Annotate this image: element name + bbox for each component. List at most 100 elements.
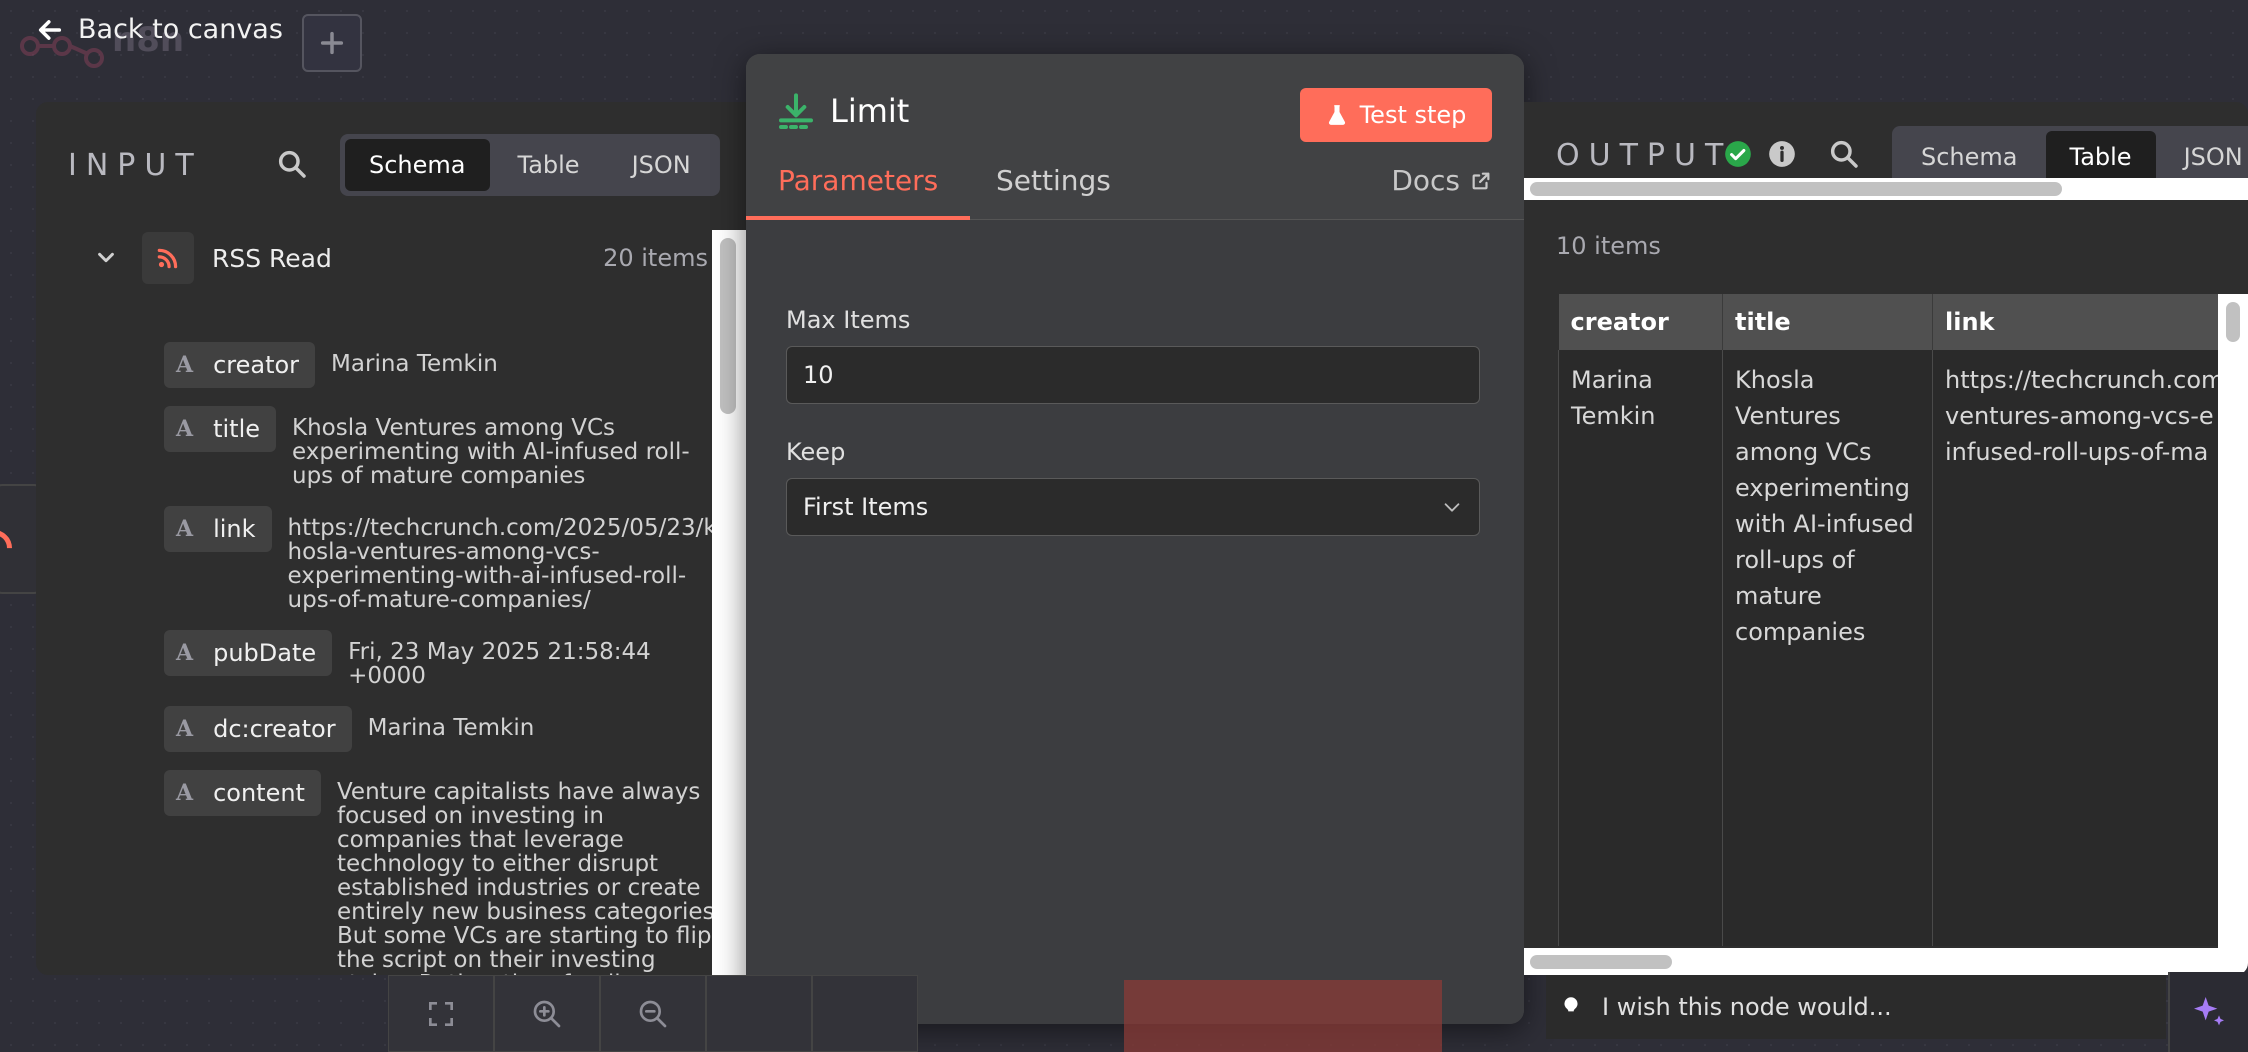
test-step-label: Test step <box>1359 101 1467 129</box>
string-type-icon: A <box>176 716 194 742</box>
check-circle-icon <box>1725 141 1751 167</box>
output-table: creator title link Marina Temkin Khosla … <box>1558 294 2238 946</box>
back-to-canvas-link[interactable]: Back to canvas <box>36 14 283 45</box>
output-label: OUTPUT <box>1556 138 1733 173</box>
field-value: https://techcrunch.com/2025/05/23/khosla… <box>287 515 717 613</box>
table-cell: Khosla Ventures among VCs experimenting … <box>1722 350 1933 946</box>
parameters-body: Max Items Keep First Items <box>746 220 1524 1024</box>
node-title[interactable]: Limit <box>830 92 909 130</box>
string-type-icon: A <box>176 780 194 806</box>
chevron-down-icon[interactable] <box>95 247 117 269</box>
max-items-input[interactable] <box>786 346 1480 404</box>
schema-field: Atitle Khosla Ventures among VCs experim… <box>164 406 724 488</box>
field-value: Marina Temkin <box>367 715 535 741</box>
field-pill[interactable]: Adc:creator <box>164 706 352 752</box>
ai-assistant-button[interactable] <box>2168 972 2248 1052</box>
docs-link[interactable]: Docs <box>1391 164 1492 197</box>
execute-workflow-button-backdrop <box>1124 980 1442 1052</box>
test-step-button[interactable]: Test step <box>1300 88 1492 142</box>
max-items-label: Max Items <box>786 306 911 334</box>
modal-tabs: Parameters Settings Docs <box>746 164 1524 220</box>
sparkle-icon <box>2194 997 2224 1026</box>
field-value: Venture capitalists have always focused … <box>336 779 722 975</box>
info-icon <box>1769 141 1795 167</box>
schema-field: Acontent Venture capitalists have always… <box>164 770 724 975</box>
canvas-tool-button[interactable] <box>812 975 918 1052</box>
chevron-down-icon <box>1444 503 1460 512</box>
keep-select[interactable]: First Items <box>786 478 1480 536</box>
string-type-icon: A <box>176 516 194 542</box>
tab-settings[interactable]: Settings <box>964 164 1143 220</box>
output-info[interactable] <box>1768 140 1796 172</box>
string-type-icon: A <box>176 352 194 378</box>
schema-field: ApubDate Fri, 23 May 2025 21:58:44 +0000 <box>164 630 724 688</box>
field-pill[interactable]: Alink <box>164 506 272 552</box>
fit-view-icon <box>429 1001 453 1026</box>
back-to-canvas-label: Back to canvas <box>78 14 283 45</box>
table-row: Marina Temkin Khosla Ventures among VCs … <box>1558 350 2238 946</box>
plus-icon <box>320 31 344 55</box>
schema-field: Alink https://techcrunch.com/2025/05/23/… <box>164 506 724 612</box>
output-search-button[interactable] <box>1828 138 1860 174</box>
canvas-tool-button[interactable] <box>706 975 812 1052</box>
search-icon <box>1830 140 1858 168</box>
flask-icon <box>1328 105 1345 125</box>
input-view-switch: Schema Table JSON <box>340 134 720 196</box>
zoom-out-icon <box>639 1000 667 1027</box>
field-pill[interactable]: Acontent <box>164 770 321 816</box>
zoom-in-icon <box>533 1000 561 1027</box>
column-header[interactable]: creator <box>1558 294 1723 350</box>
search-icon <box>278 150 306 178</box>
field-pill[interactable]: Atitle <box>164 406 276 452</box>
rss-item-count: 20 items <box>603 244 708 272</box>
rss-node-icon-box <box>142 232 194 284</box>
output-view-table[interactable]: Table <box>2045 131 2156 183</box>
canvas-controls <box>388 975 944 1052</box>
keep-select-value: First Items <box>803 493 929 521</box>
input-view-schema[interactable]: Schema <box>345 139 490 191</box>
schema-fields: Acreator Marina Temkin Atitle Khosla Ven… <box>164 342 724 975</box>
input-view-table[interactable]: Table <box>494 139 604 191</box>
output-bottom-scrollbar[interactable] <box>1524 948 2248 975</box>
input-panel: INPUT Schema Table JSON RSS Read 20 item… <box>36 102 746 975</box>
feedback-bar[interactable]: I wish this node would... <box>1546 975 2166 1039</box>
field-pill[interactable]: Acreator <box>164 342 316 388</box>
output-scrollbar[interactable] <box>2218 294 2248 948</box>
zoom-in-button[interactable] <box>494 975 600 1052</box>
input-view-json[interactable]: JSON <box>608 139 715 191</box>
input-scrollbar[interactable] <box>712 230 746 975</box>
rss-node-name: RSS Read <box>212 243 332 273</box>
feedback-placeholder: I wish this node would... <box>1602 993 1892 1021</box>
schema-field: Adc:creator Marina Temkin <box>164 706 724 752</box>
tab-parameters[interactable]: Parameters <box>746 164 971 220</box>
keep-label: Keep <box>786 438 846 466</box>
lightbulb-icon <box>1564 997 1578 1017</box>
column-header[interactable]: link <box>1932 294 2238 350</box>
rss-icon <box>157 248 178 269</box>
field-pill[interactable]: ApubDate <box>164 630 333 676</box>
fit-view-button[interactable] <box>388 975 494 1052</box>
schema-field: Acreator Marina Temkin <box>164 342 724 388</box>
column-header[interactable]: title <box>1722 294 1933 350</box>
field-value: Marina Temkin <box>331 351 498 377</box>
limit-node-modal: Limit Test step Parameters Settings Docs… <box>746 54 1524 1024</box>
output-item-count: 10 items <box>1556 232 1661 260</box>
table-cell: Marina Temkin <box>1558 350 1723 946</box>
table-cell: https://techcrunch.com ventures-among-vc… <box>1931 350 2238 946</box>
output-panel: OUTPUT Schema Table JSON 10 items creato… <box>1524 102 2248 975</box>
output-top-scrollbar[interactable] <box>1524 178 2248 200</box>
output-view-schema[interactable]: Schema <box>1897 131 2042 183</box>
add-node-button[interactable] <box>302 14 362 72</box>
string-type-icon: A <box>176 640 194 666</box>
docs-label: Docs <box>1391 164 1460 197</box>
input-label: INPUT <box>68 148 203 183</box>
input-search-button[interactable] <box>276 148 308 184</box>
string-type-icon: A <box>176 416 194 442</box>
zoom-out-button[interactable] <box>600 975 706 1052</box>
field-value: Fri, 23 May 2025 21:58:44 +0000 <box>348 639 651 689</box>
rss-node-row[interactable]: RSS Read 20 items <box>86 230 732 286</box>
output-view-json[interactable]: JSON <box>2160 131 2248 183</box>
external-link-icon <box>1472 172 1490 190</box>
arrow-left-icon <box>38 19 62 40</box>
limit-icon <box>779 93 813 129</box>
